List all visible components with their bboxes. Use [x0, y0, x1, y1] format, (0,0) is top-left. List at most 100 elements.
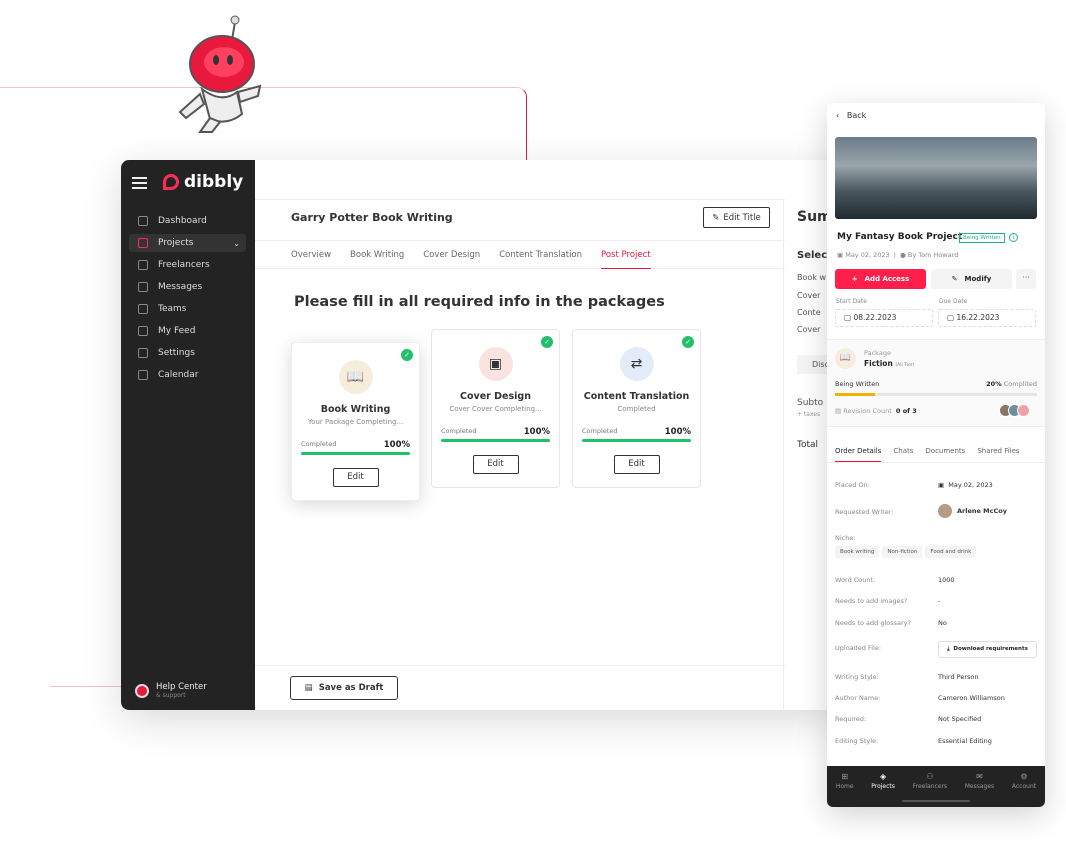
due-date-field[interactable]: ▢ 16.22.2023	[938, 309, 1036, 327]
teams-icon	[138, 304, 148, 314]
sidebar-item-label: Calendar	[158, 370, 199, 380]
page-title: Garry Potter Book Writing	[291, 211, 453, 224]
tab-documents[interactable]: Documents	[925, 447, 965, 462]
tab-shared-files[interactable]: Shared Files	[977, 447, 1019, 462]
package-section: 📖 Package Fiction (All Tier) Being Writt…	[827, 339, 1045, 427]
status-badge: Being Written	[959, 233, 1005, 243]
dashboard-icon	[138, 216, 148, 226]
tab-overview[interactable]: Overview	[291, 241, 331, 268]
pencil-icon: ✎	[712, 212, 720, 223]
sidebar-item-label: Teams	[158, 304, 187, 314]
tab-order-details[interactable]: Order Details	[835, 447, 882, 462]
avatar	[1017, 404, 1030, 417]
help-title: Help Center	[156, 682, 207, 692]
brand-name: dibbly	[184, 172, 244, 192]
check-icon: ✓	[682, 336, 694, 348]
nav-label: Projects	[871, 783, 895, 790]
tab-book-writing[interactable]: Book Writing	[350, 241, 404, 268]
add-access-button[interactable]: + Add Access	[835, 269, 926, 289]
help-center[interactable]: Help Center & support	[135, 682, 207, 699]
sidebar-item-label: Freelancers	[158, 260, 210, 270]
package-name: Fiction	[864, 359, 893, 368]
nav-label: Home	[835, 783, 854, 790]
help-subtitle: & support	[156, 692, 186, 699]
more-button[interactable]: ···	[1016, 269, 1036, 289]
modify-button[interactable]: ✎ Modify	[931, 269, 1012, 289]
projects-icon: ◈	[880, 772, 887, 781]
sidebar-item-my-feed[interactable]: My Feed	[129, 322, 246, 340]
sidebar-item-label: Dashboard	[158, 216, 207, 226]
back-button[interactable]: ‹ Back	[836, 111, 866, 120]
sidebar-item-dashboard[interactable]: Dashboard	[129, 212, 246, 230]
account-icon: ⚙	[1020, 772, 1028, 781]
due-date-label: Due Date	[939, 298, 968, 305]
project-meta: ▣ May 02, 2023 | ● By Tom Howard	[837, 251, 959, 259]
nav-projects[interactable]: ◈ Projects	[871, 772, 895, 807]
download-requirements-button[interactable]: ⤓ Download requirements	[938, 641, 1037, 658]
niche-chips: Book writing Non-fiction Food and drink	[835, 546, 979, 558]
sidebar-item-freelancers[interactable]: Freelancers	[129, 256, 246, 274]
avatar	[938, 504, 952, 518]
main-content: Garry Potter Book Writing ✎ Edit Title Ov…	[255, 160, 785, 710]
start-date-value: 08.22.2023	[853, 313, 897, 322]
tab-post-project[interactable]: Post Project	[601, 241, 651, 269]
save-draft-button[interactable]: ▤ Save as Draft	[290, 676, 398, 700]
package-card: ✓ ▣ Cover Design Cover Cover Completing.…	[431, 329, 560, 488]
download-label: Download requirements	[953, 646, 1028, 652]
progress-percent: 100%	[523, 427, 550, 437]
images-value: -	[938, 597, 941, 605]
order-tabs: Order Details Chats Documents Shared Files	[835, 447, 1020, 462]
logo[interactable]: dibbly	[163, 172, 243, 192]
niche-label: Niche:	[835, 534, 856, 542]
pencil-icon: ✎	[951, 275, 958, 283]
card-subtitle: Cover Cover Completing...	[449, 405, 542, 413]
book-icon: 📖	[338, 360, 373, 394]
chevron-down-icon[interactable]: ⌄	[233, 239, 240, 248]
nav-label: Messages	[964, 783, 995, 790]
home-icon: ⊞	[841, 772, 849, 781]
info-icon[interactable]: i	[1009, 233, 1018, 242]
messages-icon	[138, 282, 148, 292]
sidebar-item-settings[interactable]: Settings	[129, 344, 246, 362]
placed-label: Placed On:	[835, 481, 870, 489]
sidebar-item-projects[interactable]: Projects ⌄	[129, 234, 246, 252]
edit-title-label: Edit Title	[723, 212, 761, 223]
edit-button[interactable]: Edit	[613, 455, 660, 474]
start-date-field[interactable]: ▢ 08.22.2023	[835, 309, 933, 327]
editing-label: Editing Style:	[835, 737, 879, 745]
freelancers-icon	[138, 260, 148, 270]
tab-content-translation[interactable]: Content Translation	[499, 241, 582, 268]
progress-text: Complited	[1003, 380, 1037, 388]
sidebar-item-label: Projects	[158, 238, 194, 248]
menu-icon[interactable]	[132, 177, 147, 192]
sidebar-item-messages[interactable]: Messages	[129, 278, 246, 296]
card-title: Content Translation	[583, 391, 690, 402]
project-cover-image	[835, 137, 1037, 219]
messages-icon: ✉	[976, 772, 983, 781]
package-label: Package	[864, 349, 891, 357]
start-date-label: Start Date	[836, 298, 867, 305]
edit-button[interactable]: Edit	[332, 468, 379, 487]
writer-value: Arlene McCoy	[957, 507, 1007, 515]
summary-select: Selec	[797, 250, 828, 261]
tab-chats[interactable]: Chats	[893, 447, 913, 462]
progress-bar	[835, 393, 1037, 396]
file-icon: ▤	[304, 683, 313, 693]
nav-account[interactable]: ⚙ Account	[1012, 772, 1036, 807]
word-count-value: 1000	[938, 576, 955, 584]
due-date-value: 16.22.2023	[956, 313, 1000, 322]
progress-percent: 100%	[664, 427, 691, 437]
edit-title-button[interactable]: ✎ Edit Title	[703, 207, 770, 228]
nav-home[interactable]: ⊞ Home	[836, 772, 854, 807]
edit-button[interactable]: Edit	[472, 455, 519, 474]
sidebar-item-calendar[interactable]: Calendar	[129, 366, 246, 384]
cover-design-icon: ▣	[478, 347, 513, 381]
modify-label: Modify	[964, 275, 992, 283]
nav-label: Account	[1011, 783, 1037, 790]
tab-cover-design[interactable]: Cover Design	[423, 241, 480, 268]
glossary-label: Needs to add glossary?	[835, 619, 911, 627]
sidebar-item-teams[interactable]: Teams	[129, 300, 246, 318]
niche-chip: Book writing	[835, 546, 880, 558]
avatar: ●	[900, 251, 908, 259]
back-label: Back	[846, 111, 867, 120]
